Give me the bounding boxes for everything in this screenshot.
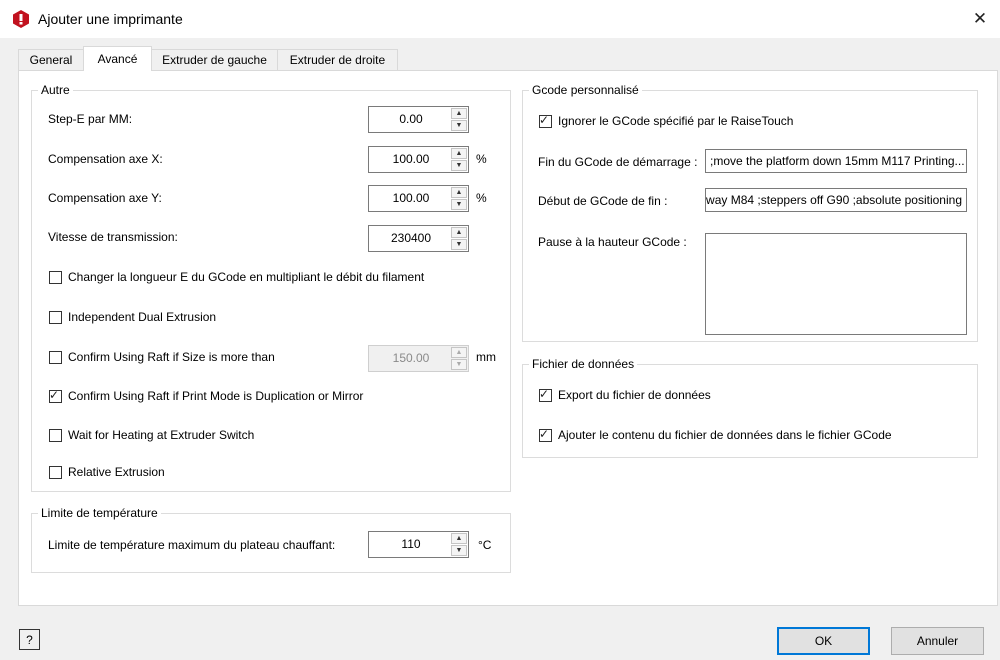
comp-x-value[interactable]: 100.00 (369, 147, 453, 172)
confirm-raft-size-label: Confirm Using Raft if Size is more than (68, 350, 275, 364)
spin-up-icon[interactable]: ▲ (451, 148, 467, 159)
group-custom-gcode: Gcode personnalisé ✓ Ignorer le GCode sp… (522, 83, 978, 342)
checkbox-independent-dual-extrusion[interactable] (49, 311, 62, 324)
bed-temp-limit-spinbox[interactable]: 110 ▲ ▼ (368, 531, 469, 558)
end-gcode-start-label: Début de GCode de fin : (538, 194, 668, 208)
pause-gcode-label: Pause à la hauteur GCode : (538, 235, 687, 249)
end-gcode-start-field[interactable]: e way M84 ;steppers off G90 ;absolute po… (705, 188, 967, 212)
cancel-button[interactable]: Annuler (891, 627, 984, 655)
step-e-spinbox[interactable]: 0.00 ▲ ▼ (368, 106, 469, 133)
group-temperature-title: Limite de température (38, 506, 161, 520)
confirm-raft-mode-label: Confirm Using Raft if Print Mode is Dupl… (68, 389, 364, 403)
vitesse-value[interactable]: 230400 (369, 226, 453, 251)
checkbox-wait-heating[interactable] (49, 429, 62, 442)
raft-size-value: 150.00 (392, 351, 430, 365)
step-e-value[interactable]: 0.00 (369, 107, 453, 132)
spin-up-icon[interactable]: ▲ (451, 533, 467, 544)
check-icon: ✓ (49, 388, 60, 402)
check-icon: ✓ (539, 427, 550, 441)
check-icon: ✓ (539, 113, 550, 127)
raft-size-spinbox: 150.00 ▲ ▼ (368, 345, 469, 372)
spin-down-icon[interactable]: ▼ (451, 199, 467, 210)
spin-down-icon[interactable]: ▼ (451, 239, 467, 250)
window-title: Ajouter une imprimante (38, 11, 183, 27)
vitesse-label: Vitesse de transmission: (48, 230, 178, 244)
spin-up-icon: ▲ (451, 347, 467, 358)
check-icon: ✓ (539, 387, 550, 401)
checkbox-confirm-raft-mode[interactable]: ✓ (49, 388, 62, 403)
close-icon: ✕ (972, 9, 988, 28)
comp-y-spinbox[interactable]: 100.00 ▲ ▼ (368, 185, 469, 212)
comp-y-label: Compensation axe Y: (48, 191, 162, 205)
bed-temp-unit: °C (478, 538, 492, 552)
app-logo-icon (13, 10, 29, 28)
comp-x-unit: % (476, 152, 487, 166)
spin-up-icon[interactable]: ▲ (451, 227, 467, 238)
change-e-length-label: Changer la longueur E du GCode en multip… (68, 270, 425, 284)
group-custom-gcode-title: Gcode personnalisé (529, 83, 642, 97)
group-data-file: Fichier de données ✓ Export du fichier d… (522, 357, 978, 458)
checkbox-relative-extrusion[interactable] (49, 466, 62, 479)
tab-panel-avance: Autre Step-E par MM: 0.00 ▲ ▼ Compensati… (18, 70, 998, 606)
comp-x-spinbox[interactable]: 100.00 ▲ ▼ (368, 146, 469, 173)
spin-up-icon[interactable]: ▲ (451, 187, 467, 198)
group-data-file-title: Fichier de données (529, 357, 638, 371)
start-gcode-end-value[interactable]: ;move the platform down 15mm M117 Printi… (710, 150, 965, 172)
add-printer-dialog: Ajouter une imprimante ✕ General Avancé … (0, 0, 1000, 660)
ignore-raisetouch-label: Ignorer le GCode spécifié par le RaiseTo… (558, 114, 794, 128)
add-data-to-gcode-label: Ajouter le contenu du fichier de données… (558, 428, 892, 442)
tab-general[interactable]: General (18, 49, 84, 70)
ok-button[interactable]: OK (777, 627, 870, 655)
spin-down-icon[interactable]: ▼ (451, 120, 467, 131)
tab-extruder-droite[interactable]: Extruder de droite (277, 49, 398, 70)
step-e-label: Step-E par MM: (48, 112, 133, 126)
wait-heating-label: Wait for Heating at Extruder Switch (68, 428, 255, 442)
group-autre: Autre Step-E par MM: 0.00 ▲ ▼ Compensati… (31, 83, 511, 492)
checkbox-confirm-raft-size[interactable] (49, 351, 62, 364)
spin-up-icon[interactable]: ▲ (451, 108, 467, 119)
comp-y-value[interactable]: 100.00 (369, 186, 453, 211)
comp-y-unit: % (476, 191, 487, 205)
title-bar: Ajouter une imprimante ✕ (0, 0, 1000, 38)
comp-x-label: Compensation axe X: (48, 152, 163, 166)
checkbox-add-data-to-gcode[interactable]: ✓ (539, 427, 552, 442)
tab-extruder-gauche[interactable]: Extruder de gauche (151, 49, 278, 70)
end-gcode-start-value[interactable]: e way M84 ;steppers off G90 ;absolute po… (706, 189, 962, 211)
pause-gcode-textarea[interactable] (705, 233, 967, 335)
tab-avance[interactable]: Avancé (83, 46, 152, 71)
group-autre-title: Autre (38, 83, 73, 97)
spin-down-icon[interactable]: ▼ (451, 545, 467, 556)
checkbox-change-e-length[interactable] (49, 271, 62, 284)
spin-down-icon: ▼ (451, 359, 467, 370)
independent-dual-extrusion-label: Independent Dual Extrusion (68, 310, 217, 324)
help-icon: ? (26, 632, 33, 647)
relative-extrusion-label: Relative Extrusion (68, 465, 165, 479)
bed-temp-limit-label: Limite de température maximum du plateau… (48, 538, 336, 552)
checkbox-ignore-raisetouch[interactable]: ✓ (539, 113, 552, 128)
group-temperature-limit: Limite de température Limite de températ… (31, 506, 511, 573)
spin-down-icon[interactable]: ▼ (451, 160, 467, 171)
export-data-file-label: Export du fichier de données (558, 388, 711, 402)
start-gcode-end-field[interactable]: ;move the platform down 15mm M117 Printi… (705, 149, 967, 173)
close-button[interactable]: ✕ (964, 4, 996, 34)
start-gcode-end-label: Fin du GCode de démarrage : (538, 155, 698, 169)
checkbox-export-data-file[interactable]: ✓ (539, 387, 552, 402)
help-button[interactable]: ? (19, 629, 40, 650)
vitesse-spinbox[interactable]: 230400 ▲ ▼ (368, 225, 469, 252)
raft-size-unit: mm (476, 350, 496, 364)
bed-temp-limit-value[interactable]: 110 (369, 532, 453, 557)
